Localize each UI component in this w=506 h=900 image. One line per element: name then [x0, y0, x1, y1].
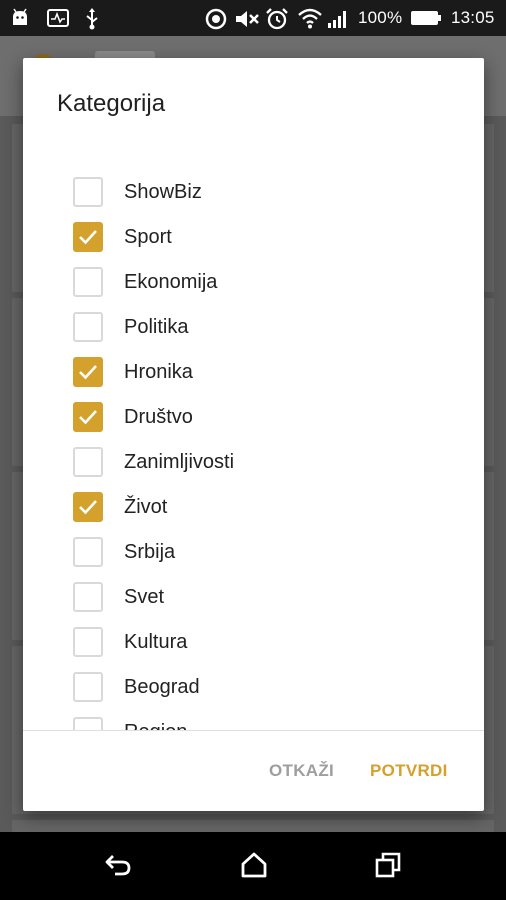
checkbox[interactable]	[73, 582, 103, 612]
checkbox-checked[interactable]	[73, 357, 103, 387]
category-label: Svet	[124, 586, 165, 608]
checkbox[interactable]	[73, 537, 103, 567]
category-item[interactable]: Svet	[23, 575, 484, 620]
category-label: Život	[124, 496, 168, 518]
category-label: Ekonomija	[124, 271, 218, 293]
category-label: Srbija	[124, 541, 176, 563]
category-label: ShowBiz	[124, 181, 202, 203]
dialog-title: Kategorija	[57, 90, 166, 117]
wifi-icon	[297, 8, 323, 35]
target-icon	[205, 8, 227, 35]
checkbox[interactable]	[73, 312, 103, 342]
category-item[interactable]: Ekonomija	[23, 260, 484, 305]
navigation-bar	[0, 832, 506, 900]
battery-percent: 100%	[358, 8, 403, 27]
home-icon[interactable]	[240, 852, 268, 883]
check-icon	[79, 410, 97, 425]
checkbox[interactable]	[73, 627, 103, 657]
alarm-icon	[265, 8, 289, 35]
checkbox[interactable]	[73, 672, 103, 702]
category-item[interactable]: Život	[23, 485, 484, 530]
signal-icon	[326, 8, 350, 35]
category-item[interactable]: Kultura	[23, 620, 484, 665]
checkbox[interactable]	[73, 717, 103, 730]
dialog-divider	[23, 730, 484, 731]
check-icon	[79, 230, 97, 245]
clock: 13:05	[451, 8, 495, 27]
category-item[interactable]: Beograd	[23, 665, 484, 710]
category-label: Region	[124, 721, 187, 730]
checkbox-checked[interactable]	[73, 492, 103, 522]
status-bar: 100% 13:05	[0, 0, 506, 36]
checkbox[interactable]	[73, 447, 103, 477]
usb-icon	[84, 8, 100, 35]
battery-icon	[410, 8, 442, 33]
category-item[interactable]: Politika	[23, 305, 484, 350]
checkbox[interactable]	[73, 177, 103, 207]
category-label: Društvo	[124, 406, 193, 428]
back-icon[interactable]	[104, 852, 132, 883]
category-item[interactable]: Region	[23, 710, 484, 730]
cancel-button[interactable]: OTKAŽI	[269, 761, 334, 781]
confirm-button[interactable]: POTVRDI	[370, 761, 448, 781]
category-item[interactable]: Srbija	[23, 530, 484, 575]
category-item[interactable]: Društvo	[23, 395, 484, 440]
category-label: Zanimljivosti	[124, 451, 235, 473]
mute-icon	[234, 8, 260, 35]
category-item[interactable]: ShowBiz	[23, 170, 484, 215]
check-icon	[79, 500, 97, 515]
checkbox-checked[interactable]	[73, 402, 103, 432]
category-label: Sport	[124, 226, 172, 248]
checkbox[interactable]	[73, 267, 103, 297]
background-card	[12, 820, 494, 832]
category-label: Politika	[124, 316, 189, 338]
activity-icon	[47, 8, 69, 33]
category-dialog: Kategorija ShowBiz Sport Ekonomija Politika…	[23, 58, 484, 811]
category-label: Beograd	[124, 676, 200, 698]
check-icon	[79, 365, 97, 380]
category-label: Kultura	[124, 631, 188, 653]
category-item[interactable]: Sport	[23, 215, 484, 260]
category-list[interactable]: ShowBiz Sport Ekonomija Politika Hronika Druš…	[23, 164, 484, 730]
recents-icon[interactable]	[374, 852, 402, 883]
checkbox-checked[interactable]	[73, 222, 103, 252]
category-item[interactable]: Hronika	[23, 350, 484, 395]
android-icon	[10, 8, 30, 33]
category-label: Hronika	[124, 361, 193, 383]
category-item[interactable]: Zanimljivosti	[23, 440, 484, 485]
